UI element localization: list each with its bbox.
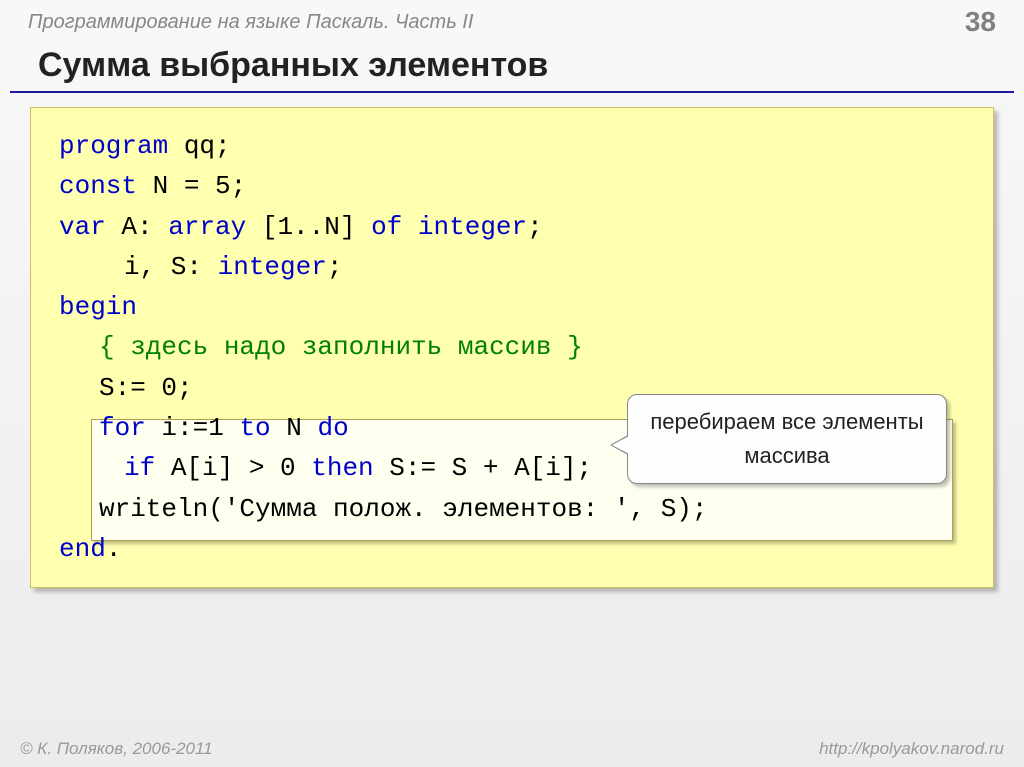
slide-title: Сумма выбранных элементов [10, 38, 1014, 93]
code-line: const N = 5; [59, 166, 965, 206]
code-text: N [271, 413, 318, 443]
code-text: A[i] > 0 [155, 453, 311, 483]
code-text: i:=1 [146, 413, 240, 443]
code-text: N = 5; [137, 171, 246, 201]
keyword: do [317, 413, 348, 443]
code-text: ; [327, 252, 343, 282]
slide-footer: © К. Поляков, 2006-2011 http://kpolyakov… [0, 739, 1024, 759]
code-line: { здесь надо заполнить массив } [59, 327, 965, 367]
code-block: program qq; const N = 5; var A: array [1… [30, 107, 994, 588]
code-text: ; [527, 212, 543, 242]
code-text: A: [106, 212, 168, 242]
code-text: i, S: [124, 252, 218, 282]
keyword: array [168, 212, 246, 242]
keyword: if [124, 453, 155, 483]
page-number: 38 [965, 6, 996, 38]
code-line: writeln('Сумма полож. элементов: ', S); [59, 489, 965, 529]
string-literal: 'Сумма полож. элементов: ' [224, 494, 630, 524]
footer-url: http://kpolyakov.narod.ru [819, 739, 1004, 759]
code-line: end. [59, 529, 965, 569]
keyword: end [59, 534, 106, 564]
header-subject: Программирование на языке Паскаль. Часть… [28, 11, 473, 34]
comment: { здесь надо заполнить массив } [99, 332, 583, 362]
keyword: begin [59, 292, 137, 322]
code-line: var A: array [1..N] of integer; [59, 207, 965, 247]
code-line: i, S: integer; [59, 247, 965, 287]
keyword: integer [418, 212, 527, 242]
keyword: var [59, 212, 106, 242]
code-text: S:= 0; [99, 373, 193, 403]
keyword: for [99, 413, 146, 443]
keyword: then [311, 453, 373, 483]
keyword: program [59, 131, 168, 161]
code-line: program qq; [59, 126, 965, 166]
slide-header: Программирование на языке Паскаль. Часть… [0, 0, 1024, 38]
code-text: S:= S + A[i]; [374, 453, 592, 483]
footer-copyright: © К. Поляков, 2006-2011 [20, 739, 213, 759]
keyword: integer [218, 252, 327, 282]
code-text: qq; [168, 131, 230, 161]
code-line: begin [59, 287, 965, 327]
code-text: , S); [630, 494, 708, 524]
code-text: . [106, 534, 122, 564]
keyword: to [239, 413, 270, 443]
code-text: [1..N] [246, 212, 371, 242]
keyword: const [59, 171, 137, 201]
code-text [402, 212, 418, 242]
code-text: writeln( [99, 494, 224, 524]
callout-bubble: перебираем все элементы массива [627, 394, 947, 484]
keyword: of [371, 212, 402, 242]
